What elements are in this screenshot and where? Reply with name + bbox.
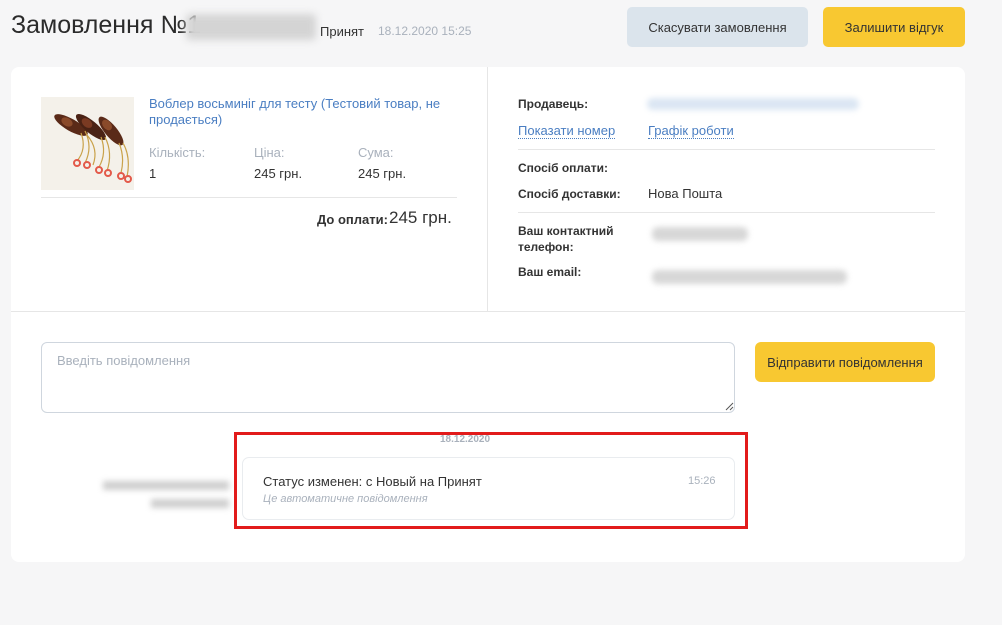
email-label: Ваш email:: [518, 265, 582, 279]
show-number-link[interactable]: Показати номер: [518, 123, 616, 139]
resize-handle-icon[interactable]: [725, 402, 734, 411]
product-image[interactable]: [41, 97, 134, 190]
highlight-box: [234, 432, 748, 529]
leave-review-button[interactable]: Залишити відгук: [823, 7, 965, 47]
price-label: Ціна:: [254, 145, 285, 160]
sender-name-redacted: [103, 481, 229, 490]
info-divider-1: [518, 149, 935, 150]
vertical-divider: [487, 67, 488, 311]
seller-label: Продавець:: [518, 97, 589, 111]
payment-method-label: Спосіб оплати:: [518, 161, 608, 175]
product-divider: [41, 197, 457, 198]
order-number-redacted: [186, 14, 316, 40]
quantity-label: Кількість:: [149, 145, 206, 160]
order-status: Принят: [320, 24, 365, 39]
order-header: Замовлення №1 Принят 18.12.2020 15:25 Ск…: [0, 0, 1002, 60]
sum-value: 245 грн.: [358, 166, 407, 181]
sum-label: Сума:: [358, 145, 394, 160]
sender-info-redacted: [151, 499, 229, 508]
contact-phone-redacted: [652, 227, 748, 241]
email-redacted: [652, 270, 847, 284]
send-message-button[interactable]: Відправити повідомлення: [755, 342, 935, 382]
product-name-link[interactable]: Воблер восьминіг для тесту (Тестовий тов…: [149, 96, 459, 128]
delivery-method-value: Нова Пошта: [648, 186, 723, 201]
message-input[interactable]: [41, 342, 735, 413]
seller-name-redacted[interactable]: [647, 98, 859, 110]
quantity-value: 1: [149, 166, 157, 181]
work-schedule-link[interactable]: Графік роботи: [648, 123, 734, 139]
order-date: 18.12.2020 15:25: [378, 24, 472, 38]
total-value: 245 грн.: [389, 208, 452, 227]
cancel-order-button[interactable]: Скасувати замовлення: [627, 7, 808, 47]
info-divider-2: [518, 212, 935, 213]
horizontal-divider: [11, 311, 965, 312]
page-title: Замовлення №1: [11, 11, 202, 39]
price-value: 245 грн.: [254, 166, 303, 181]
total-label: До оплати:: [317, 212, 388, 227]
contact-phone-label: Ваш контактний телефон:: [518, 224, 614, 254]
delivery-method-label: Спосіб доставки:: [518, 187, 621, 201]
